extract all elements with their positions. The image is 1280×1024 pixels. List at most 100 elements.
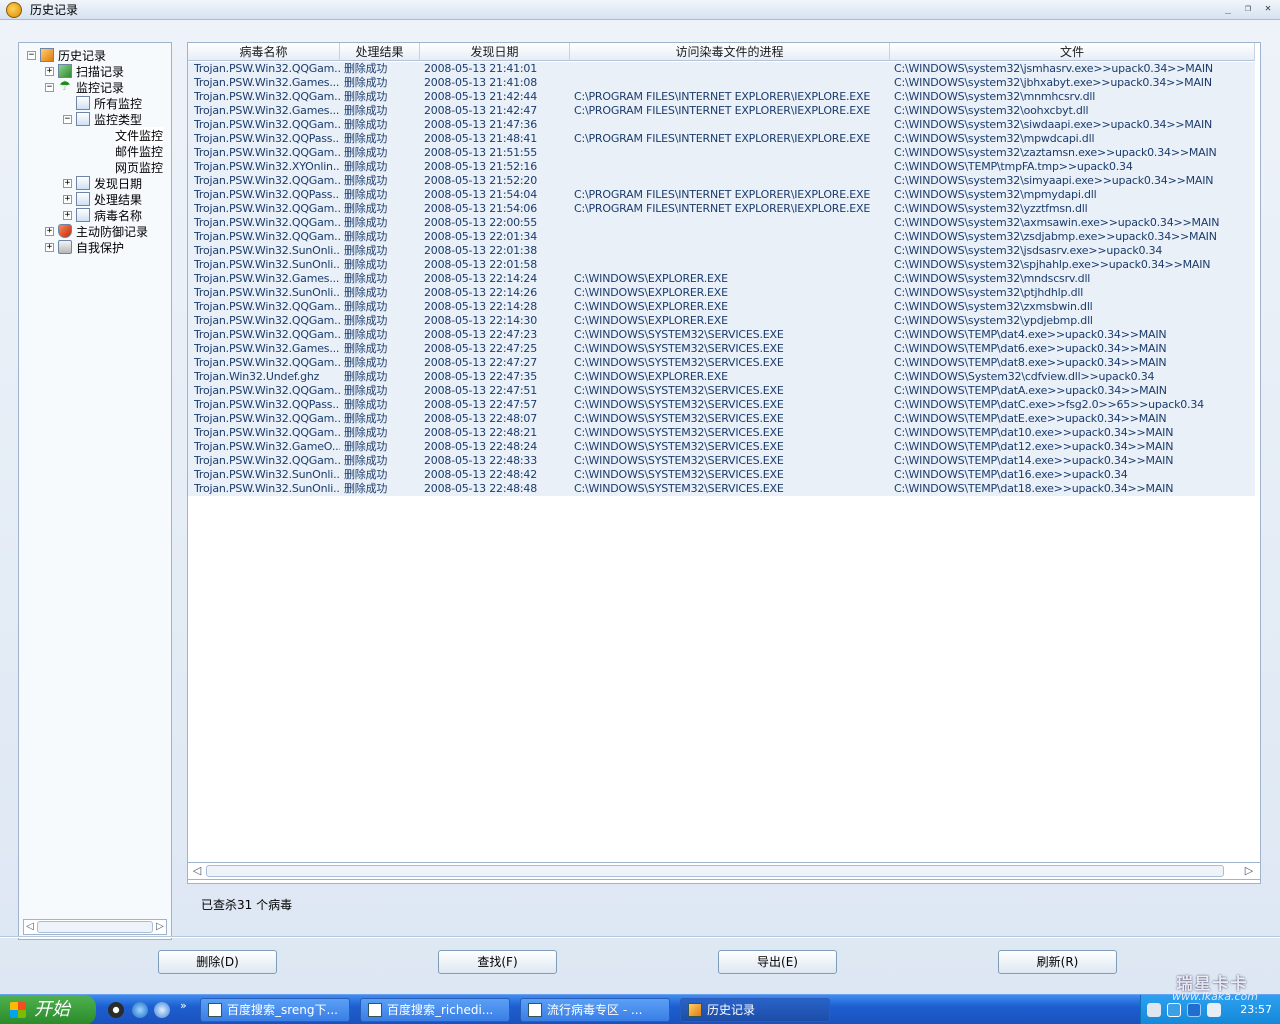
delete-button[interactable]: 删除(D) (158, 950, 277, 974)
table-row[interactable]: Trojan.PSW.Win32.Games... 删除成功 2008-05-13 … (188, 272, 1255, 286)
cell-file: C:\WINDOWS\system32\mndscsrv.dll (894, 272, 1091, 285)
volume-icon[interactable] (1207, 1003, 1221, 1017)
cell-result: 删除成功 (344, 398, 388, 411)
table-row[interactable]: Trojan.PSW.Win32.SunOnli... 删除成功 2008-05-1… (188, 286, 1255, 300)
browser-icon[interactable] (154, 1002, 170, 1018)
tree-item-history[interactable]: − 历史记录 (23, 47, 163, 63)
collapse-icon[interactable]: − (45, 82, 54, 92)
taskbar-item-history[interactable]: 历史记录 (680, 998, 830, 1022)
scroll-left-icon[interactable]: ◁ (190, 863, 204, 879)
collapse-icon[interactable]: − (63, 114, 72, 124)
column-header-process[interactable]: 访问染毒文件的进程 (570, 43, 890, 61)
network-icon[interactable] (1187, 1003, 1201, 1017)
scroll-thumb[interactable] (206, 865, 1224, 877)
table-row[interactable]: Trojan.PSW.Win32.QQGam... 删除成功 2008-05-13 … (188, 90, 1255, 104)
table-row[interactable]: Trojan.PSW.Win32.QQGam... 删除成功 2008-05-13 … (188, 300, 1255, 314)
table-row[interactable]: Trojan.PSW.Win32.QQGam... 删除成功 2008-05-13 … (188, 174, 1255, 188)
tree-item-active-defense[interactable]: + 主动防御记录 (23, 223, 163, 239)
table-row[interactable]: Trojan.PSW.Win32.QQGam... 删除成功 2008-05-13 … (188, 216, 1255, 230)
tree-item-file-monitor[interactable]: 文件监控 (23, 126, 164, 144)
expand-icon[interactable]: + (45, 66, 54, 76)
tree-item-virus-name[interactable]: + 病毒名称 (23, 207, 163, 223)
find-button[interactable]: 查找(F) (438, 950, 557, 974)
tree-item-web-monitor[interactable]: 网页监控 (23, 159, 163, 175)
table-row[interactable]: Trojan.PSW.Win32.XYOnlin... 删除成功 2008-05-1… (188, 160, 1255, 174)
expand-icon[interactable]: + (45, 242, 54, 252)
table-row[interactable]: Trojan.PSW.Win32.QQGam... 删除成功 2008-05-13 … (188, 202, 1255, 216)
tree-item-monitor-records[interactable]: − ☂ 监控记录 (23, 79, 163, 95)
table-row[interactable]: Trojan.PSW.Win32.Games... 删除成功 2008-05-13 … (188, 342, 1255, 356)
cell-virus-name: Trojan.PSW.Win32.QQPass... (194, 132, 340, 145)
tree-item-all-monitors[interactable]: 所有监控 (23, 95, 163, 111)
expand-icon[interactable]: + (63, 194, 72, 204)
tree-item-label: 自我保护 (76, 240, 125, 255)
cell-virus-name: Trojan.PSW.Win32.XYOnlin... (194, 160, 340, 173)
internet-explorer-icon[interactable] (132, 1002, 148, 1018)
expand-icon[interactable]: + (45, 226, 54, 236)
table-row[interactable]: Trojan.PSW.Win32.QQPass... 删除成功 2008-05-13… (188, 398, 1255, 412)
table-row[interactable]: Trojan.PSW.Win32.QQGam... 删除成功 2008-05-13 … (188, 384, 1255, 398)
table-row[interactable]: Trojan.PSW.Win32.QQPass... 删除成功 2008-05-13… (188, 188, 1255, 202)
close-button[interactable]: ✕ (1260, 2, 1276, 16)
cell-result: 删除成功 (344, 272, 388, 285)
collapse-icon[interactable]: − (27, 50, 36, 60)
keyboard-icon[interactable] (1147, 1003, 1161, 1017)
cell-file: C:\WINDOWS\system32\zsdjabmp.exe>>upack0… (894, 230, 1217, 243)
scroll-right-icon[interactable]: ▷ (1242, 863, 1256, 879)
table-row[interactable]: Trojan.PSW.Win32.SunOnli... 删除成功 2008-05-1… (188, 258, 1255, 272)
table-row[interactable]: Trojan.PSW.Win32.QQPass... 删除成功 2008-05-13… (188, 132, 1255, 146)
column-header-date[interactable]: 发现日期 (420, 43, 570, 61)
taskbar-item-baidu-sreng[interactable]: 百度搜索_sreng下... (200, 998, 350, 1022)
table-row[interactable]: Trojan.PSW.Win32.QQGam... 删除成功 2008-05-13 … (188, 146, 1255, 160)
tree-item-scan-records[interactable]: + 扫描记录 (23, 63, 163, 79)
grid-horizontal-scrollbar[interactable]: ◁ ▷ (187, 862, 1261, 880)
table-row[interactable]: Trojan.PSW.Win32.Games... 删除成功 2008-05-13 … (188, 76, 1255, 90)
expand-icon[interactable]: + (63, 178, 72, 188)
column-header-file[interactable]: 文件 (890, 43, 1255, 61)
media-player-icon[interactable] (108, 1002, 124, 1018)
cell-process (570, 230, 890, 244)
table-row[interactable]: Trojan.PSW.Win32.SunOnli... 删除成功 2008-05-1… (188, 482, 1255, 496)
table-row[interactable]: Trojan.PSW.Win32.QQGam... 删除成功 2008-05-13 … (188, 454, 1255, 468)
minimize-button[interactable]: _ (1220, 2, 1236, 16)
cell-date: 2008-05-13 22:48:48 (424, 482, 538, 495)
table-row[interactable]: Trojan.PSW.Win32.Games... 删除成功 2008-05-13 … (188, 104, 1255, 118)
tree-item-monitor-type[interactable]: − 监控类型 (23, 111, 163, 127)
table-row[interactable]: Trojan.PSW.Win32.QQGam... 删除成功 2008-05-13 … (188, 230, 1255, 244)
taskbar-item-baidu-richedit[interactable]: 百度搜索_richedi... (360, 998, 510, 1022)
column-header-result[interactable]: 处理结果 (340, 43, 420, 61)
cell-process (570, 62, 890, 76)
table-row[interactable]: Trojan.PSW.Win32.QQGam... 删除成功 2008-05-13 … (188, 412, 1255, 426)
table-row[interactable]: Trojan.PSW.Win32.QQGam... 删除成功 2008-05-13 … (188, 62, 1255, 76)
start-button[interactable]: 开始 (0, 995, 96, 1024)
export-button[interactable]: 导出(E) (718, 950, 837, 974)
table-row[interactable]: Trojan.PSW.Win32.QQGam... 删除成功 2008-05-13 … (188, 118, 1255, 132)
table-row[interactable]: Trojan.PSW.Win32.QQGam... 删除成功 2008-05-13 … (188, 328, 1255, 342)
taskbar-item-virus-zone[interactable]: 流行病毒专区 - ... (520, 998, 670, 1022)
table-row[interactable]: Trojan.PSW.Win32.SunOnli... 删除成功 2008-05-1… (188, 468, 1255, 482)
cell-virus-name: Trojan.PSW.Win32.QQGam... (194, 202, 340, 215)
tree-horizontal-scrollbar[interactable]: ◁ ▷ (23, 919, 167, 935)
tree-item-mail-monitor[interactable]: 邮件监控 (23, 143, 163, 159)
cell-file: C:\WINDOWS\TEMP\dat4.exe>>upack0.34>>MAI… (894, 328, 1167, 341)
scroll-thumb[interactable] (37, 921, 153, 933)
table-row[interactable]: Trojan.PSW.Win32.QQGam... 删除成功 2008-05-13 … (188, 314, 1255, 328)
scroll-right-icon[interactable]: ▷ (154, 920, 166, 934)
table-row[interactable]: Trojan.PSW.Win32.SunOnli... 删除成功 2008-05-1… (188, 244, 1255, 258)
cell-date: 2008-05-13 22:47:25 (424, 342, 538, 355)
scroll-left-icon[interactable]: ◁ (24, 920, 36, 934)
tree-item-found-date[interactable]: + 发现日期 (23, 175, 163, 191)
tree-item-result[interactable]: + 处理结果 (23, 191, 163, 207)
tree-item-self-protect[interactable]: + 自我保护 (23, 239, 163, 255)
table-row[interactable]: Trojan.Win32.Undef.ghz 删除成功 2008-05-13 22:… (188, 370, 1255, 384)
table-row[interactable]: Trojan.PSW.Win32.QQGam... 删除成功 2008-05-13 … (188, 426, 1255, 440)
quicklaunch-more-icon[interactable]: » (180, 999, 187, 1012)
cell-file: C:\WINDOWS\TEMP\dat8.exe>>upack0.34>>MAI… (894, 356, 1167, 369)
expand-icon[interactable]: + (63, 210, 72, 220)
column-header-virus-name[interactable]: 病毒名称 (188, 43, 340, 61)
tray-arrow-icon[interactable] (1167, 1003, 1181, 1017)
restore-button[interactable]: ❐ (1240, 2, 1256, 16)
table-row[interactable]: Trojan.PSW.Win32.GameO... 删除成功 2008-05-13 … (188, 440, 1255, 454)
table-row[interactable]: Trojan.PSW.Win32.QQGam... 删除成功 2008-05-13 … (188, 356, 1255, 370)
refresh-button[interactable]: 刷新(R) (998, 950, 1117, 974)
